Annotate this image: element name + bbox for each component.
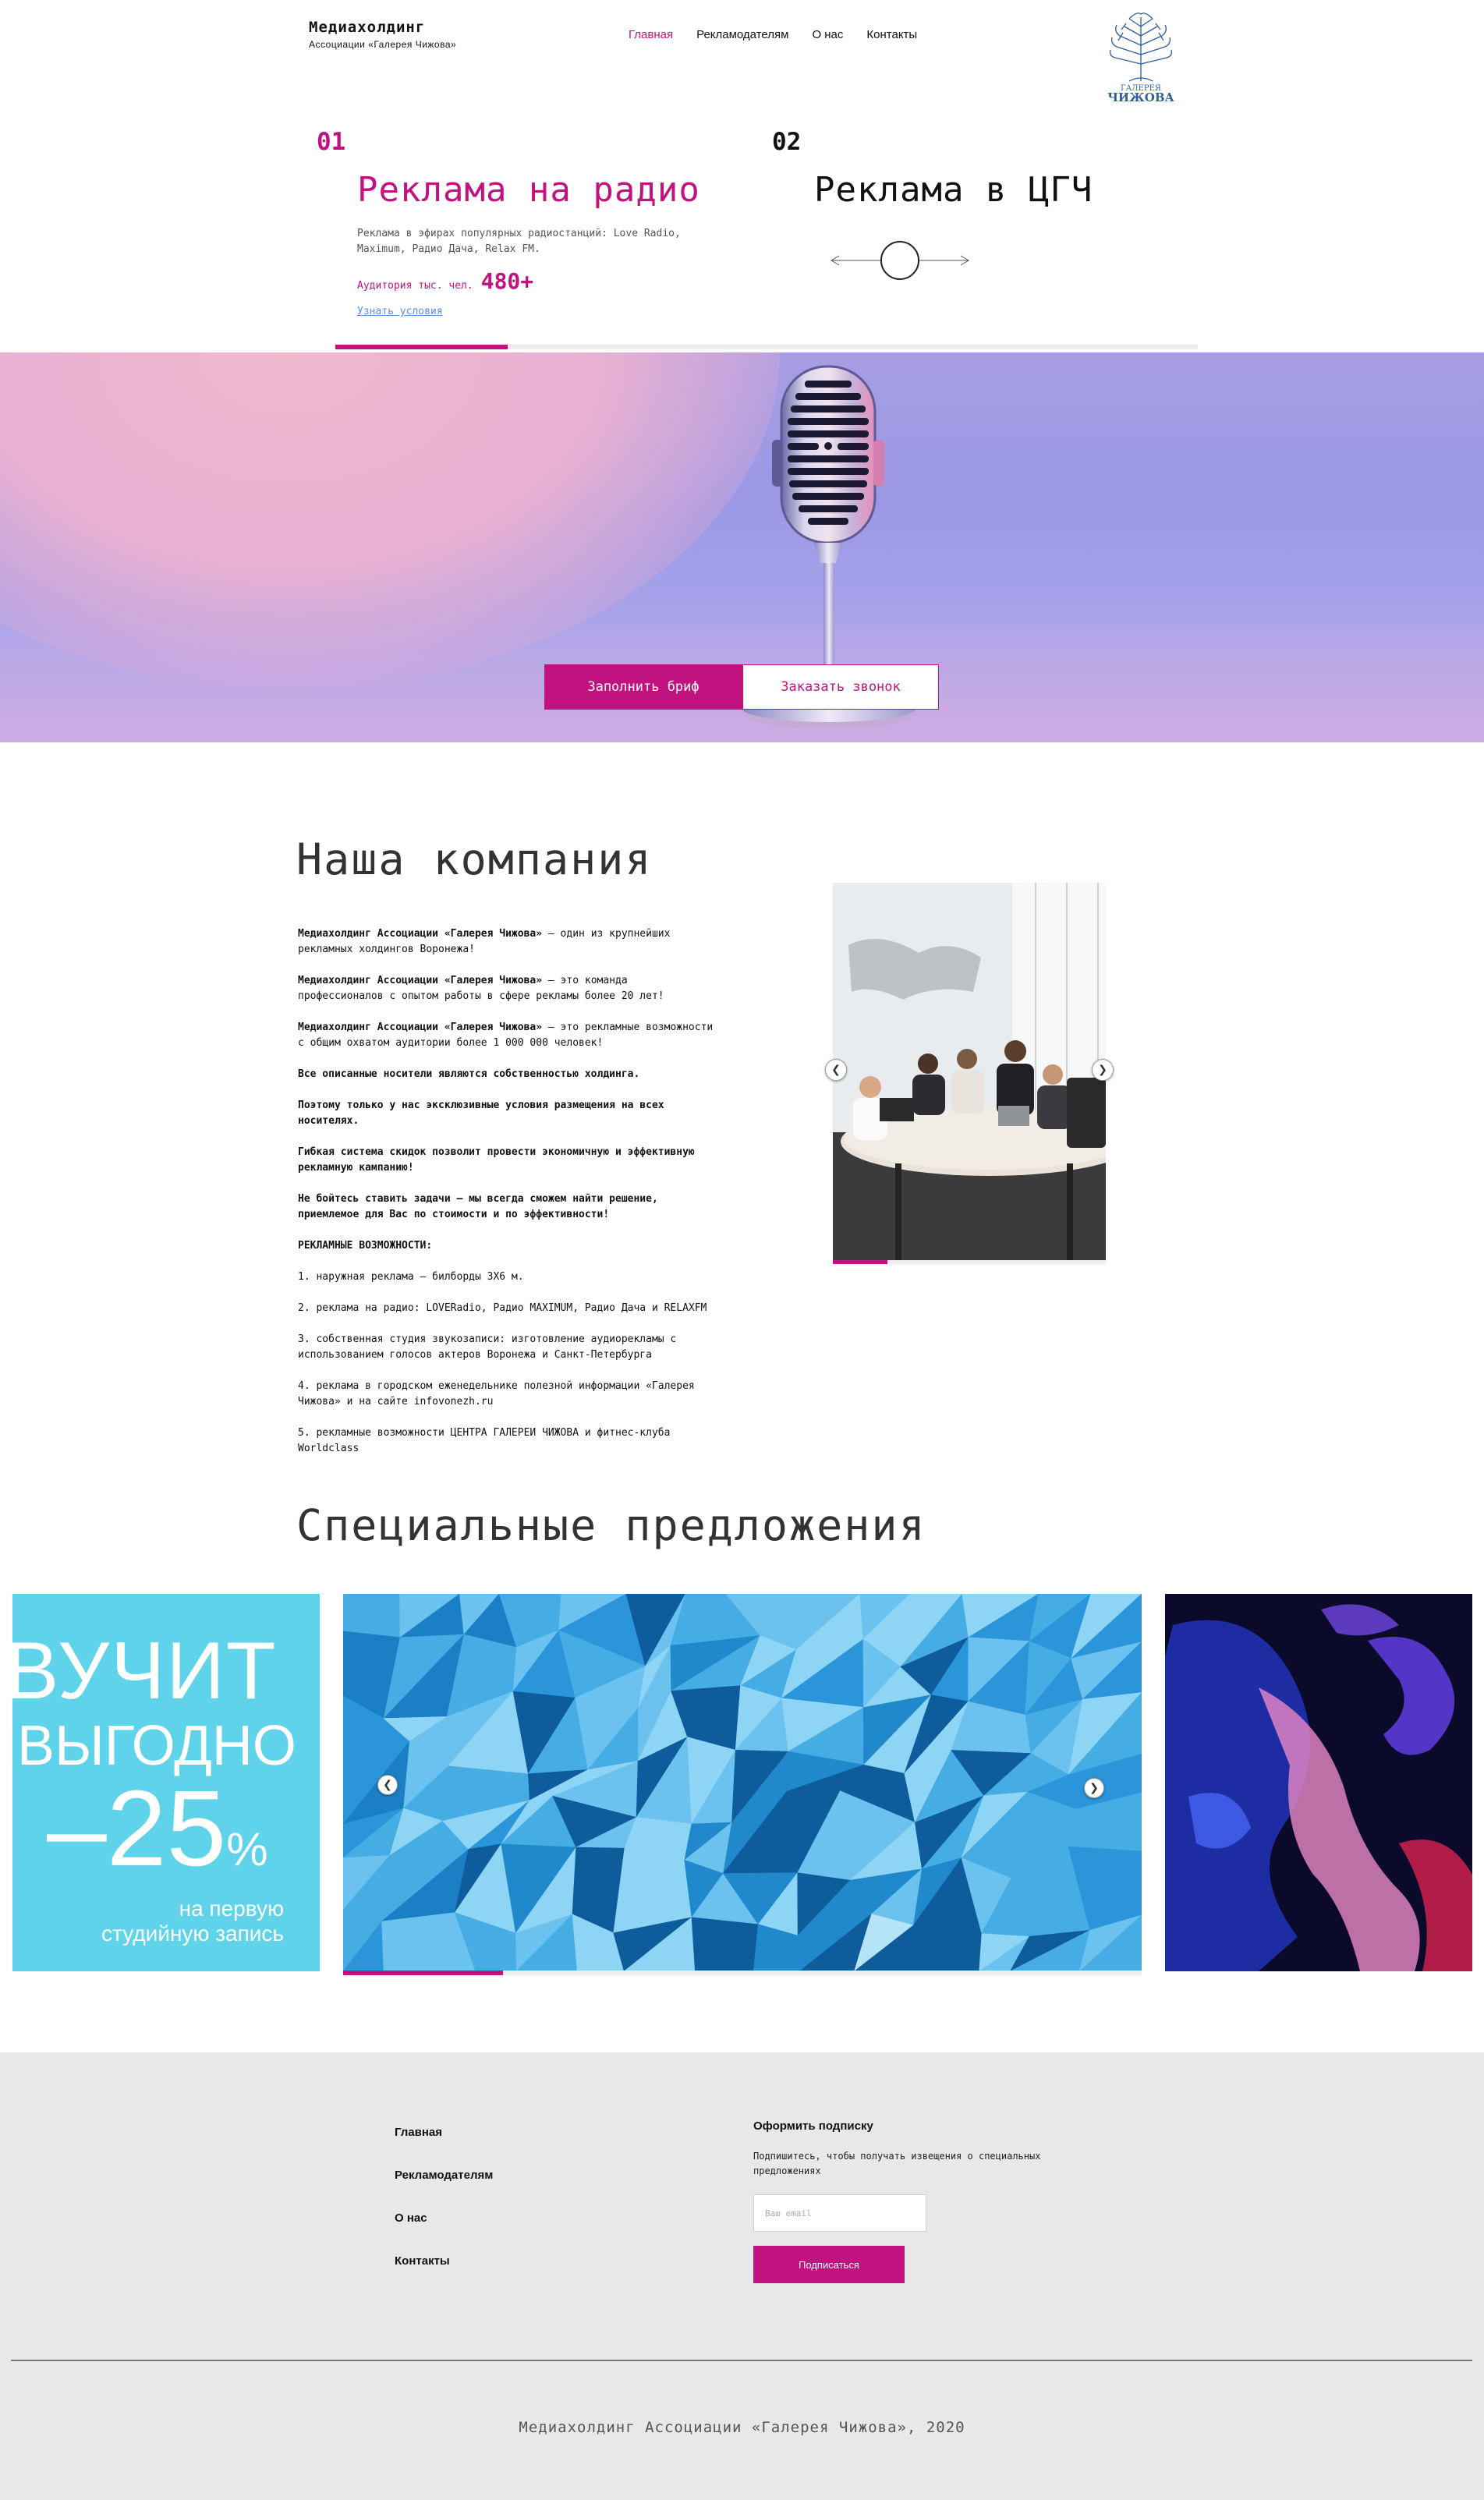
promo-caption: на первую студийную запись (101, 1896, 284, 1946)
service-title-radio[interactable]: Реклама на радио (357, 170, 700, 210)
slider-arrows-control[interactable] (830, 237, 970, 284)
audience-label: Аудитория тыс. чел. (357, 280, 473, 292)
chevron-left-icon: ❮ (831, 1064, 841, 1076)
footer-divider (11, 2360, 1472, 2361)
offers-next-button[interactable]: ❯ (1084, 1778, 1104, 1798)
learn-conditions-link[interactable]: Узнать условия (357, 306, 443, 317)
company-brand-name: Медиахолдинг Ассоциации «Галерея Чижова» (298, 1022, 543, 1033)
opportunity-item: 3. собственная студия звукозаписи: изгот… (298, 1333, 677, 1361)
email-field[interactable] (753, 2194, 926, 2232)
opportunity-item: 1. наружная реклама — билборды 3Х6 м. (298, 1271, 524, 1283)
footer-link-contacts[interactable]: Контакты (395, 2254, 493, 2268)
order-call-button[interactable]: Заказать звонок (742, 664, 939, 710)
galereya-chizhova-logo[interactable]: ГАЛЕРЕЯ ЧИЖОВА (1106, 9, 1176, 104)
company-photo-slider (833, 883, 1106, 1260)
meeting-photo (833, 883, 1106, 1260)
services-slider-progress (335, 345, 508, 349)
opportunities-title: РЕКЛАМНЫЕ ВОЗМОЖНОСТИ: (298, 1240, 433, 1252)
service-number-2: 02 (772, 128, 802, 156)
audience-stat: Аудитория тыс. чел. 480+ (357, 268, 533, 294)
subscribe-title: Оформить подписку (753, 2119, 873, 2133)
offers-slider-track (343, 1971, 1142, 1975)
opportunity-item: 5. рекламные возможности ЦЕНТРА ГАЛЕРЕИ … (298, 1427, 671, 1454)
opportunity-item: 4. реклама в городском еженедельнике пол… (298, 1380, 695, 1408)
chevron-left-icon: ❮ (383, 1779, 392, 1791)
main-nav: Главная Рекламодателям О нас Контакты (629, 28, 917, 41)
company-paragraph-4: Все описанные носители являются собствен… (298, 1068, 640, 1080)
photo-prev-button[interactable]: ❮ (825, 1059, 847, 1081)
company-paragraph-2: Медиахолдинг Ассоциации «Галерея Чижова»… (298, 973, 719, 1004)
chevron-right-icon: ❯ (1098, 1064, 1107, 1076)
footer-link-home[interactable]: Главная (395, 2126, 493, 2139)
promo-percent: % (226, 1823, 268, 1875)
footer: Главная Рекламодателям О нас Контакты Оф… (0, 2052, 1484, 2500)
nav-item-home[interactable]: Главная (629, 28, 673, 41)
logo-text-chizhova: ЧИЖОВА (1107, 90, 1174, 104)
ink-art-image (1165, 1594, 1472, 1971)
offer-slide-studio-discount[interactable]: ВУЧИТ ВЫГОДНО –25% на первую студийную з… (12, 1594, 320, 1971)
photo-slider-progress (833, 1260, 887, 1264)
promo-discount-value: –25 (47, 1769, 227, 1889)
offers-slider-progress (343, 1971, 503, 1975)
company-description: Медиахолдинг Ассоциации «Галерея Чижова»… (298, 926, 719, 1472)
footer-link-advertisers[interactable]: Рекламодателям (395, 2169, 493, 2182)
promo-discount: –25% (47, 1767, 268, 1891)
company-paragraph-1: Медиахолдинг Ассоциации «Галерея Чижова»… (298, 926, 719, 958)
offers-prev-button[interactable]: ❮ (377, 1775, 398, 1795)
nav-item-advertisers[interactable]: Рекламодателям (696, 28, 788, 41)
subscribe-button[interactable]: Подписаться (753, 2246, 905, 2283)
footer-nav: Главная Рекламодателям О нас Контакты (395, 2126, 493, 2268)
company-paragraph-7: Не бойтесь ставить задачи — мы всегда см… (298, 1193, 658, 1220)
company-heading: Наша компания (296, 834, 653, 884)
subscribe-description: Подпишитесь, чтобы получать извещения о … (753, 2151, 1041, 2176)
brand[interactable]: Медиахолдинг Ассоциации «Галерея Чижова» (309, 19, 456, 50)
photo-next-button[interactable]: ❯ (1092, 1059, 1114, 1081)
audience-value: 480+ (480, 268, 534, 294)
copyright-text: Медиахолдинг Ассоциации «Галерея Чижова»… (519, 2419, 965, 2436)
photo-slider-track (833, 1260, 1106, 1264)
brand-subtitle: Ассоциации «Галерея Чижова» (309, 39, 457, 50)
offer-slide-ink[interactable] (1165, 1594, 1472, 1971)
footer-link-about[interactable]: О нас (395, 2211, 493, 2225)
offer-slide-main[interactable] (343, 1594, 1142, 1971)
company-paragraph-6: Гибкая система скидок позволит провести … (298, 1146, 695, 1174)
brand-title: Медиахолдинг (309, 19, 426, 36)
services-slider-track (335, 345, 1198, 349)
chevron-right-icon: ❯ (1089, 1782, 1099, 1794)
company-paragraph-3: Медиахолдинг Ассоциации «Галерея Чижова»… (298, 1020, 719, 1051)
fill-brief-button[interactable]: Заполнить бриф (544, 664, 742, 710)
service-title-cgch[interactable]: Реклама в ЦГЧ (814, 170, 1093, 210)
promo-caption-line-2: студийную запись (101, 1921, 284, 1946)
company-brand-name: Медиахолдинг Ассоциации «Галерея Чижова» (298, 928, 543, 940)
opportunity-item: 2. реклама на радио: LOVERadio, Радио MA… (298, 1302, 707, 1314)
nav-item-contacts[interactable]: Контакты (866, 28, 917, 41)
polygon-pattern-image (343, 1594, 1142, 1971)
offers-heading: Специальные предложения (296, 1500, 926, 1550)
company-paragraph-5: Поэтому только у нас эксклюзивные услови… (298, 1100, 664, 1127)
service-number-1: 01 (317, 128, 346, 156)
company-brand-name: Медиахолдинг Ассоциации «Галерея Чижова» (298, 975, 543, 986)
promo-caption-line-1: на первую (179, 1896, 284, 1921)
service-description-radio: Реклама в эфирах популярных радиостанций… (357, 228, 681, 255)
nav-item-about[interactable]: О нас (812, 28, 843, 41)
promo-line-1: ВУЧИТ (12, 1626, 278, 1716)
